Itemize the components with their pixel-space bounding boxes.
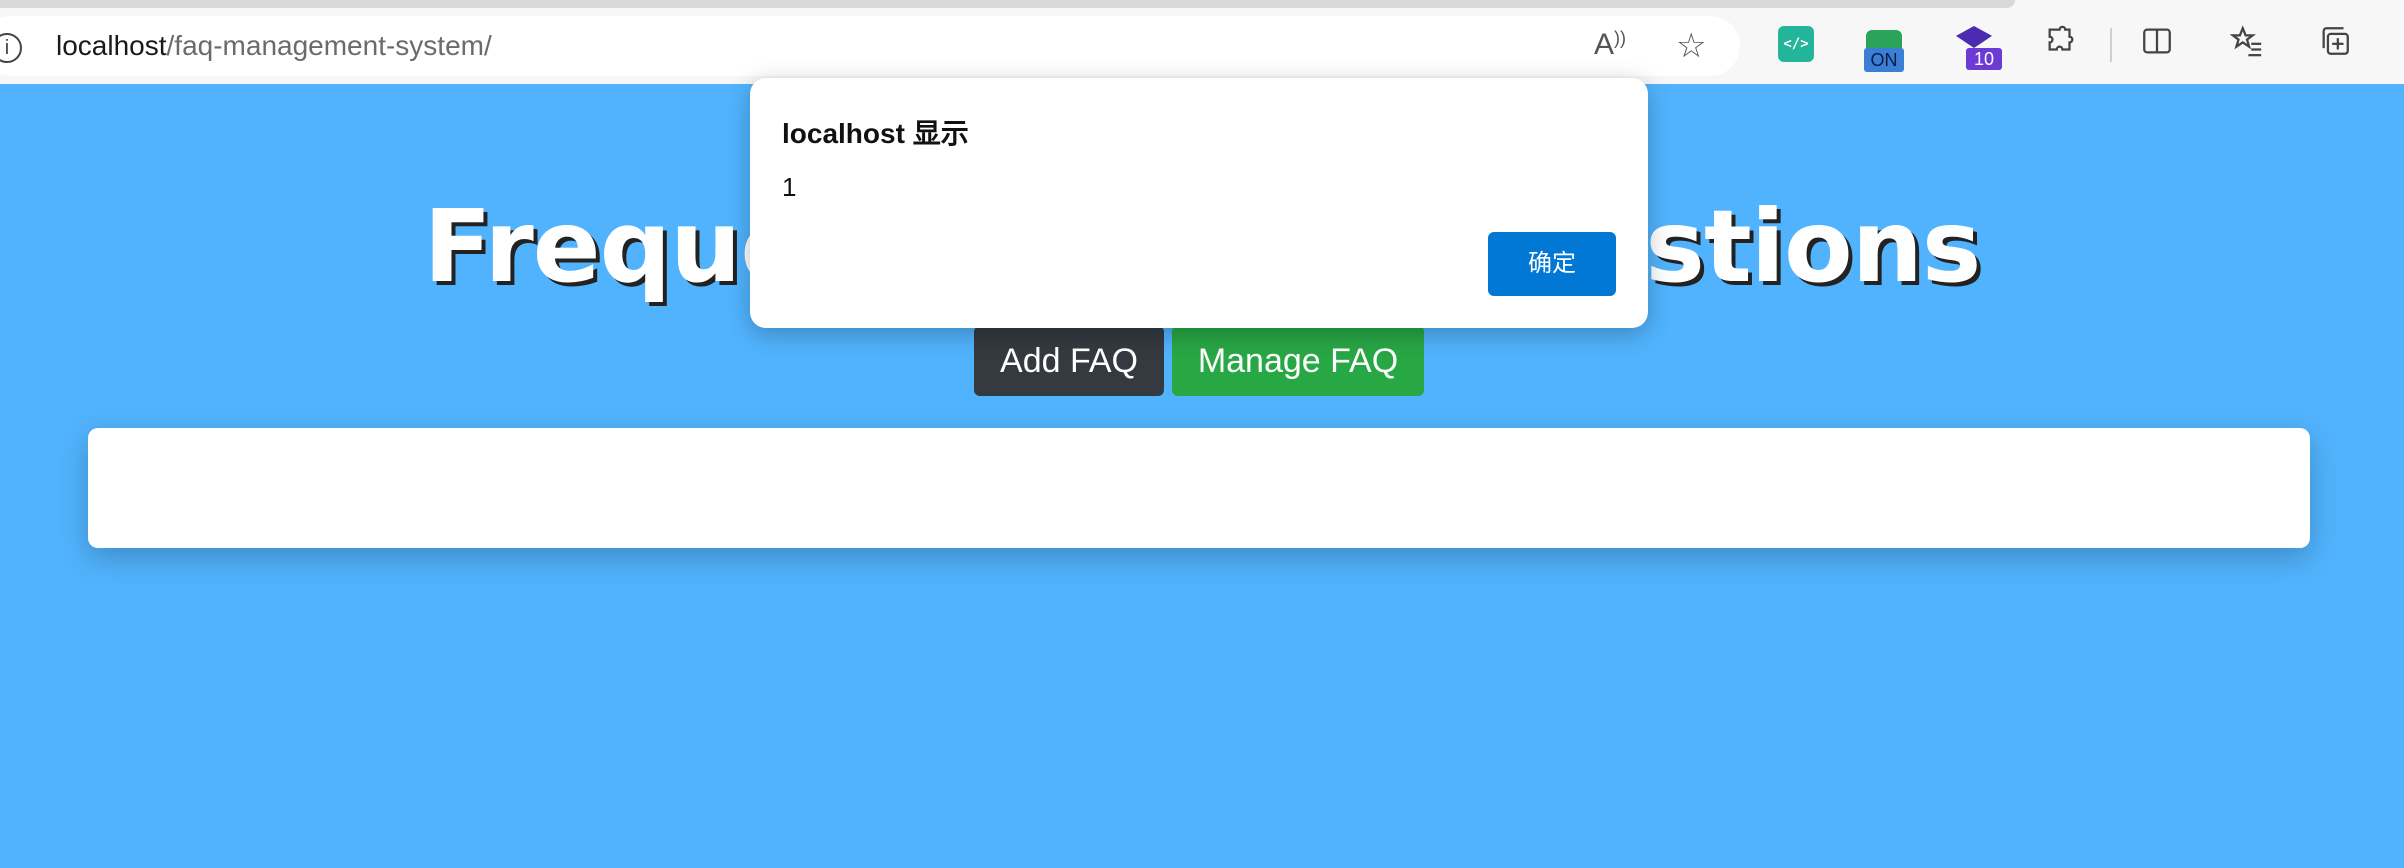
read-aloud-icon[interactable]: A)) <box>1594 28 1626 62</box>
collections-icon[interactable] <box>2318 24 2352 66</box>
on-badge: ON <box>1864 48 1904 72</box>
dialog-message: 1 <box>782 172 797 202</box>
on-extension-icon[interactable]: ON <box>1864 30 1904 72</box>
faq-list-container <box>88 428 2310 548</box>
url-text[interactable]: localhost/faq-management-system/ <box>56 30 492 62</box>
url-path: /faq-management-system/ <box>166 30 492 61</box>
add-faq-button[interactable]: Add FAQ <box>974 326 1164 396</box>
manage-faq-button[interactable]: Manage FAQ <box>1172 326 1424 396</box>
url-host: localhost <box>56 30 167 61</box>
graduation-cap-extension-icon[interactable]: 10 <box>1956 26 2002 70</box>
toolbar-divider <box>2110 28 2112 62</box>
tab-strip-edge <box>0 0 2015 8</box>
dialog-ok-button[interactable]: 确定 <box>1488 232 1616 296</box>
puzzle-icon[interactable] <box>2044 24 2078 66</box>
graduation-cap-icon <box>1956 26 1992 48</box>
dialog-title: localhost 显示 <box>782 118 969 149</box>
browser-toolbar: i localhost/faq-management-system/ A)) ☆… <box>0 0 2404 84</box>
devtools-extension-icon[interactable]: </> <box>1778 26 1814 62</box>
star-icon[interactable]: ☆ <box>1676 26 1706 66</box>
cap-count-badge: 10 <box>1966 48 2002 70</box>
alert-dialog: localhost 显示 1 确定 <box>750 78 1648 328</box>
split-screen-icon[interactable] <box>2140 24 2174 66</box>
favorites-icon[interactable] <box>2229 24 2264 66</box>
